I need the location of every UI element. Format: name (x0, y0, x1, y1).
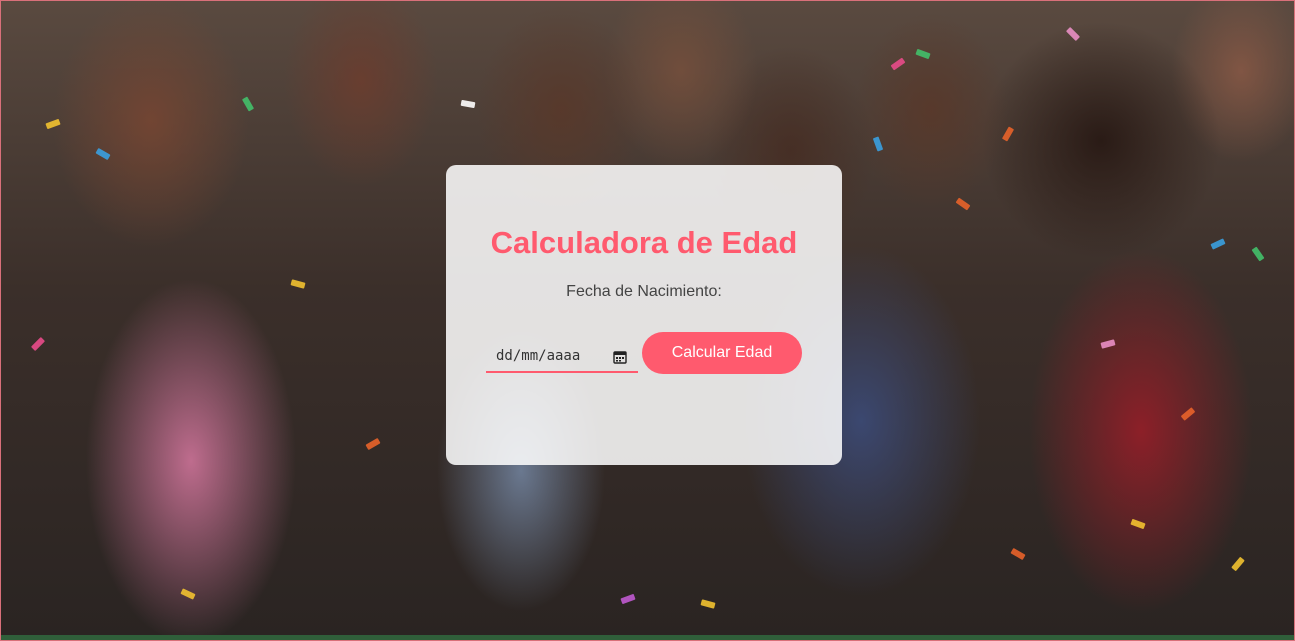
calendar-icon[interactable] (612, 349, 628, 365)
confetti (365, 437, 381, 451)
confetti (1100, 339, 1116, 349)
confetti (620, 593, 636, 605)
confetti (1180, 407, 1196, 421)
birth-date-label: Fecha de Nacimiento: (566, 283, 722, 300)
confetti (872, 136, 884, 152)
bottom-bar (1, 635, 1294, 640)
confetti (95, 147, 111, 161)
page-title: Calculadora de Edad (490, 225, 798, 260)
confetti (1130, 518, 1146, 530)
confetti (30, 336, 46, 352)
confetti (241, 96, 255, 112)
confetti (45, 118, 61, 130)
confetti (955, 197, 971, 211)
confetti (180, 588, 196, 600)
age-calculator-card: Calculadora de Edad Fecha de Nacimiento:… (446, 165, 842, 465)
confetti (290, 279, 306, 289)
confetti (1001, 126, 1015, 142)
confetti (915, 48, 931, 60)
confetti (700, 599, 716, 609)
confetti (1010, 547, 1026, 561)
calculate-age-button[interactable]: Calcular Edad (642, 332, 802, 374)
birth-date-field[interactable] (486, 341, 638, 373)
party-background: Calculadora de Edad Fecha de Nacimiento:… (0, 0, 1295, 641)
confetti (1210, 238, 1226, 250)
confetti (890, 57, 906, 71)
birth-date-input[interactable] (486, 348, 616, 364)
confetti (1065, 26, 1081, 42)
confetti (1251, 246, 1265, 262)
confetti (1231, 556, 1245, 572)
confetti (460, 99, 476, 109)
